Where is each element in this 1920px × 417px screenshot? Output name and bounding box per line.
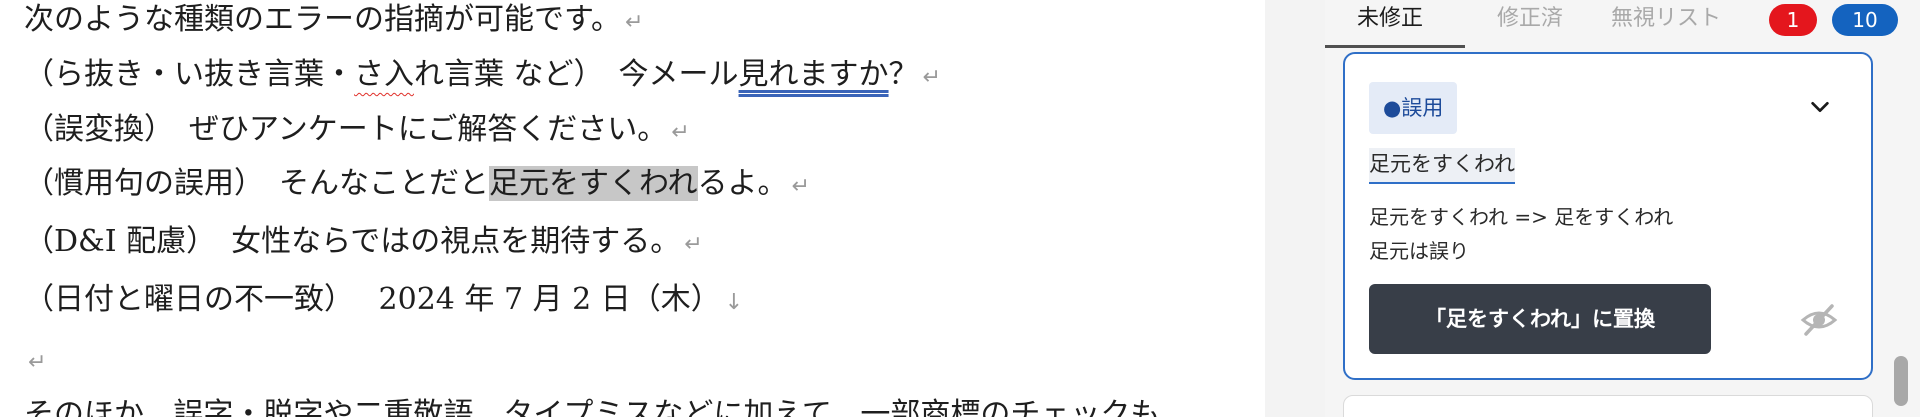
doc-line: 次のような種類のエラーの指摘が可能です。 ↵ — [24, 0, 643, 40]
line-break-mark: ↓ — [724, 290, 744, 315]
doc-line: そのほか、誤字・脱字や二重敬語、タイプミスなどに加えて、一部商標のチェックも — [24, 395, 1160, 417]
doc-line: （D&I 配慮） 女性ならではの視点を期待する。 ↵ — [24, 222, 703, 262]
suggestion-reason: 足元は誤り — [1369, 239, 1469, 263]
flagged-phrase: 足元をすくわれ — [1369, 148, 1515, 184]
doc-text: そのほか、誤字・脱字や二重敬語、タイプミスなどに加えて、一部商標のチェックも — [24, 397, 1161, 417]
doc-text: （ら抜き・い抜き言葉・ — [24, 57, 354, 92]
replace-button[interactable]: 「足をすくわれ」に置換 — [1369, 284, 1711, 354]
doc-text: （日付と曜日の不一致） 2024 年 7 月 2 日（木） — [24, 282, 721, 317]
next-issue-card[interactable] — [1343, 395, 1873, 417]
tab-fixed[interactable]: 修正済 — [1497, 0, 1563, 46]
tab-unfixed[interactable]: 未修正 — [1357, 0, 1423, 46]
chevron-down-icon[interactable] — [1809, 96, 1831, 118]
doc-text: ？ — [888, 57, 919, 92]
suggestion-line: 足元をすくわれ => 足をすくわれ — [1369, 205, 1674, 229]
tab-ignore-list[interactable]: 無視リスト — [1611, 0, 1721, 46]
paragraph-mark: ↵ — [791, 174, 810, 199]
doc-line: （誤変換） ぜひアンケートにご解答ください。 ↵ — [24, 110, 690, 150]
doc-text: （D&I 配慮） 女性ならではの視点を期待する。 — [24, 224, 681, 259]
eye-slash-icon[interactable] — [1799, 300, 1839, 340]
paragraph-mark: ↵ — [671, 120, 690, 145]
issue-card[interactable]: ●誤用 足元をすくわれ 足元をすくわれ => 足をすくわれ 足元は誤り 「足をす… — [1343, 52, 1873, 380]
panel-gutter — [1265, 0, 1325, 417]
doc-line: ↵ — [24, 340, 46, 380]
proofreading-panel: 未修正 修正済 無視リスト 1 10 ●誤用 足元をすくわれ 足元をすくわれ =… — [1325, 0, 1920, 417]
doc-text: 次のような種類のエラーの指摘が可能です。 — [24, 2, 621, 37]
active-tab-indicator — [1325, 45, 1465, 48]
document-area[interactable]: 次のような種類のエラーの指摘が可能です。 ↵ （ら抜き・い抜き言葉・さ入れ言葉 な… — [0, 0, 1265, 417]
paragraph-mark: ↵ — [625, 10, 644, 35]
suggestion-count-badge: 10 — [1832, 4, 1898, 36]
category-label: ●誤用 — [1369, 82, 1458, 134]
error-count-badge: 1 — [1769, 4, 1817, 36]
doc-text: （慣用句の誤用） そんなことだと — [24, 166, 489, 201]
doc-text: るよ。 — [697, 166, 788, 201]
scrollbar-thumb[interactable] — [1894, 356, 1908, 406]
selected-error-text[interactable]: 足元をすくわれ — [489, 166, 698, 201]
doc-text: （誤変換） ぜひアンケートにご解答ください。 — [24, 112, 668, 147]
suggestion-text: 足元をすくわれ => 足をすくわれ 足元は誤り — [1369, 200, 1673, 268]
doc-line: （日付と曜日の不一致） 2024 年 7 月 2 日（木） ↓ — [24, 280, 743, 320]
paragraph-mark: ↵ — [28, 350, 47, 375]
spelling-flag[interactable]: さ入 — [354, 57, 414, 92]
paragraph-mark: ↵ — [684, 232, 703, 257]
paragraph-mark: ↵ — [922, 65, 941, 90]
tab-bar: 未修正 修正済 無視リスト 1 10 — [1325, 0, 1905, 48]
doc-text: れ言葉 など） 今メール — [414, 57, 739, 92]
grammar-flag[interactable]: 見れますか — [739, 57, 889, 92]
doc-line: （ら抜き・い抜き言葉・さ入れ言葉 など） 今メール見れますか？ ↵ — [24, 55, 941, 95]
doc-line: （慣用句の誤用） そんなことだと足元をすくわれるよ。 ↵ — [24, 164, 810, 204]
